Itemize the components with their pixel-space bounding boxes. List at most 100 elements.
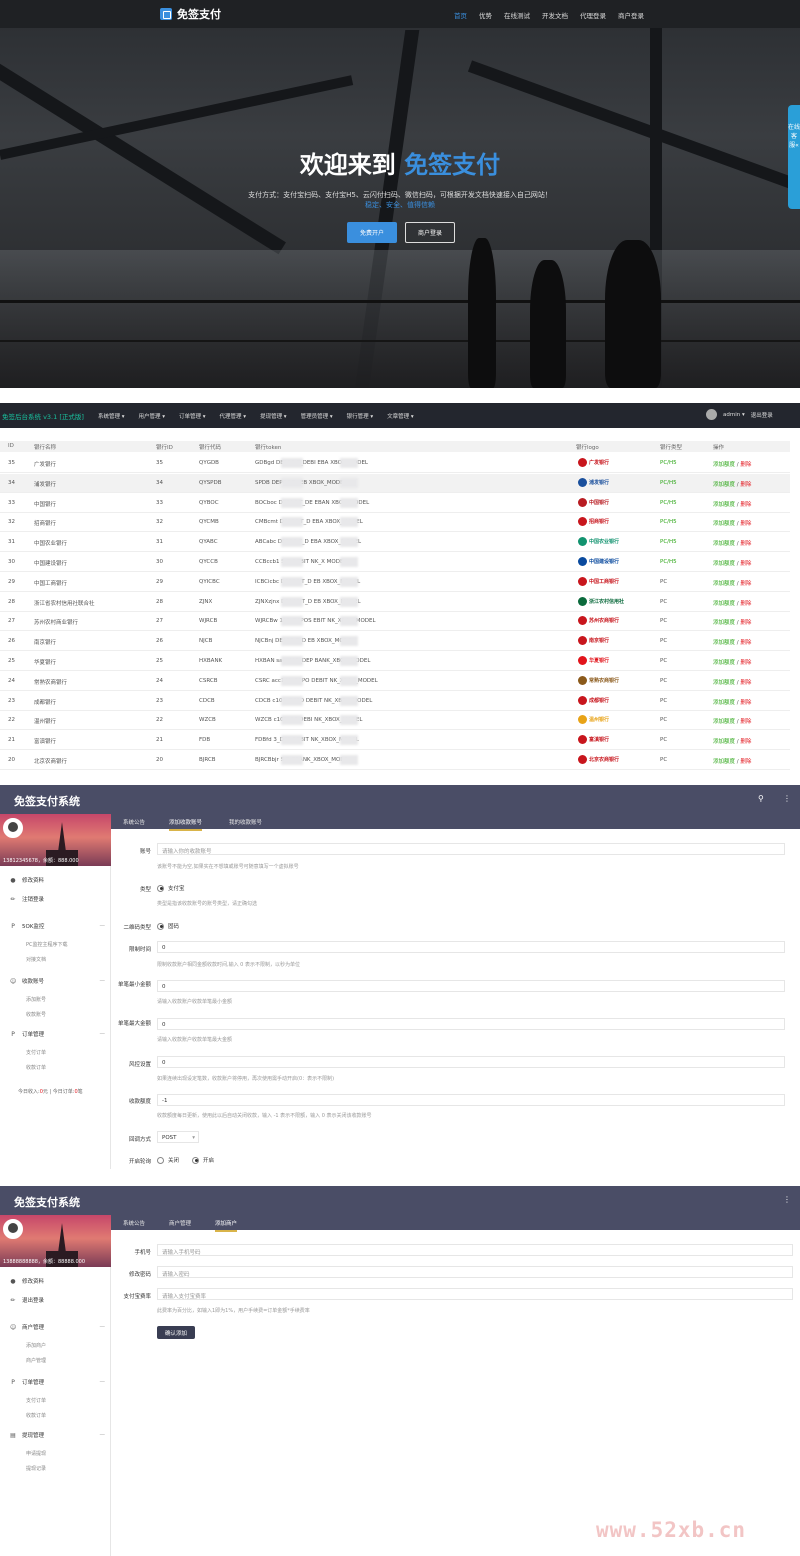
sidebar-sub-receive-orders[interactable]: 收款订单 bbox=[26, 1064, 46, 1071]
menu-order[interactable]: 订单管理 ▾ bbox=[179, 412, 206, 420]
callback-select[interactable]: POST ▾ bbox=[157, 1131, 199, 1143]
tab-add-account[interactable]: 添加收款账号 bbox=[169, 818, 203, 831]
max-amount-input[interactable]: 0 bbox=[157, 1018, 785, 1030]
sidebar-group-monitor[interactable]: P 5OK监控 — bbox=[10, 922, 105, 931]
sidebar-group-orders[interactable]: P 订单管理 — bbox=[10, 1030, 105, 1039]
sidebar-item-profile[interactable]: ● 修改资料 bbox=[10, 1277, 44, 1286]
delete-link[interactable]: 删除 bbox=[740, 640, 751, 646]
tab-announcement[interactable]: 系统公告 bbox=[123, 1219, 145, 1230]
add-quota-link[interactable]: 添加额度 bbox=[713, 601, 735, 607]
logout-link[interactable]: 退出登录 bbox=[751, 411, 773, 419]
confirm-add-button[interactable]: 确认添加 bbox=[157, 1326, 195, 1339]
sidebar-sub-receive-orders[interactable]: 收款订单 bbox=[26, 1412, 46, 1419]
delete-link[interactable]: 删除 bbox=[740, 482, 751, 488]
delete-link[interactable]: 删除 bbox=[740, 700, 751, 706]
password-input[interactable]: 请输入密码 bbox=[157, 1266, 793, 1278]
delete-link[interactable]: 删除 bbox=[740, 502, 751, 508]
add-quota-link[interactable]: 添加额度 bbox=[713, 521, 735, 527]
add-quota-link[interactable]: 添加额度 bbox=[713, 561, 735, 567]
qr-radio-fixed[interactable]: 固码 bbox=[157, 922, 179, 930]
add-quota-link[interactable]: 添加额度 bbox=[713, 680, 735, 686]
add-quota-link[interactable]: 添加额度 bbox=[713, 759, 735, 765]
phone-input[interactable]: 请输入手机号码 bbox=[157, 1244, 793, 1256]
menu-admin[interactable]: 管理员管理 ▾ bbox=[301, 412, 333, 420]
tab-add-merchant[interactable]: 添加商户 bbox=[215, 1219, 238, 1232]
risk-input[interactable]: 0 bbox=[157, 1056, 785, 1068]
add-quota-link[interactable]: 添加额度 bbox=[713, 581, 735, 587]
tab-announcement[interactable]: 系统公告 bbox=[123, 818, 145, 829]
delete-link[interactable]: 删除 bbox=[740, 541, 751, 547]
search-icon[interactable]: ⚲ bbox=[758, 794, 764, 803]
rate-input[interactable]: 请输入支付宝费率 bbox=[157, 1288, 793, 1300]
add-quota-link[interactable]: 添加额度 bbox=[713, 660, 735, 666]
admin-username[interactable]: admin ▾ bbox=[723, 412, 745, 418]
avatar[interactable] bbox=[706, 409, 717, 420]
sidebar-item-logout[interactable]: ✏ 退出登录 bbox=[10, 1296, 44, 1305]
sidebar-sub-download[interactable]: PC监控主程序下载 bbox=[26, 941, 68, 948]
sidebar-group-accounts[interactable]: ☺ 收款账号 — bbox=[10, 977, 105, 986]
delete-link[interactable]: 删除 bbox=[740, 620, 751, 626]
sidebar-sub-merchants[interactable]: 商户管理 bbox=[26, 1357, 46, 1364]
hero-logo[interactable]: 免签支付 bbox=[160, 6, 221, 22]
delete-link[interactable]: 删除 bbox=[740, 739, 751, 745]
sidebar-item-profile[interactable]: ● 修改资料 bbox=[10, 876, 44, 885]
account-input[interactable]: 请输入你的收款账号 bbox=[157, 843, 785, 855]
register-button[interactable]: 免费开户 bbox=[347, 222, 397, 243]
quota-input[interactable]: -1 bbox=[157, 1094, 785, 1106]
sidebar-sub-pay-orders[interactable]: 支付订单 bbox=[26, 1397, 46, 1404]
menu-withdraw[interactable]: 提现管理 ▾ bbox=[260, 412, 287, 420]
delete-link[interactable]: 删除 bbox=[740, 462, 751, 468]
tab-my-accounts[interactable]: 我的收款账号 bbox=[229, 818, 262, 829]
merchant-login-button[interactable]: 商户登录 bbox=[405, 222, 455, 243]
nav-docs[interactable]: 开发文档 bbox=[542, 10, 568, 20]
sidebar-group-merchants[interactable]: ☺ 商户管理 — bbox=[10, 1323, 105, 1332]
add-quota-link[interactable]: 添加额度 bbox=[713, 462, 735, 468]
more-icon[interactable]: ⋮ bbox=[783, 1195, 791, 1204]
delete-link[interactable]: 删除 bbox=[740, 581, 751, 587]
sidebar-sub-add-account[interactable]: 添加账号 bbox=[26, 996, 46, 1003]
menu-article[interactable]: 文章管理 ▾ bbox=[387, 412, 414, 420]
toggle-off-radio[interactable]: 关闭 bbox=[157, 1156, 179, 1164]
add-quota-link[interactable]: 添加额度 bbox=[713, 620, 735, 626]
sidebar-sub-apply-withdraw[interactable]: 申请提现 bbox=[26, 1450, 46, 1457]
add-quota-link[interactable]: 添加额度 bbox=[713, 739, 735, 745]
delete-link[interactable]: 删除 bbox=[740, 719, 751, 725]
menu-system[interactable]: 系统管理 ▾ bbox=[98, 412, 125, 420]
nav-agent-login[interactable]: 代理登录 bbox=[580, 10, 606, 20]
avatar[interactable] bbox=[3, 1219, 23, 1239]
add-quota-link[interactable]: 添加额度 bbox=[713, 482, 735, 488]
sidebar-sub-pay-orders[interactable]: 支付订单 bbox=[26, 1049, 46, 1056]
add-quota-link[interactable]: 添加额度 bbox=[713, 502, 735, 508]
add-quota-link[interactable]: 添加额度 bbox=[713, 719, 735, 725]
online-service-tab[interactable]: 在线客服« bbox=[788, 105, 800, 209]
sidebar-item-logout[interactable]: ✏ 注销登录 bbox=[10, 895, 44, 904]
menu-agent[interactable]: 代理管理 ▾ bbox=[220, 412, 247, 420]
sidebar-sub-withdraw-records[interactable]: 提现记录 bbox=[26, 1465, 46, 1472]
add-quota-link[interactable]: 添加额度 bbox=[713, 700, 735, 706]
min-amount-input[interactable]: 0 bbox=[157, 980, 785, 992]
nav-home[interactable]: 首页 bbox=[454, 10, 467, 20]
sidebar-sub-add-merchant[interactable]: 添加商户 bbox=[26, 1342, 46, 1349]
delete-link[interactable]: 删除 bbox=[740, 660, 751, 666]
sidebar-group-withdraw[interactable]: ▤ 提现管理 — bbox=[10, 1431, 105, 1440]
sidebar-sub-docs[interactable]: 对接文档 bbox=[26, 956, 46, 963]
add-quota-link[interactable]: 添加额度 bbox=[713, 541, 735, 547]
tab-merchants[interactable]: 商户管理 bbox=[169, 1219, 191, 1230]
limit-time-input[interactable]: 0 bbox=[157, 941, 785, 953]
more-icon[interactable]: ⋮ bbox=[783, 794, 791, 803]
sidebar-group-orders[interactable]: P 订单管理 — bbox=[10, 1378, 105, 1387]
delete-link[interactable]: 删除 bbox=[740, 561, 751, 567]
menu-user[interactable]: 用户管理 ▾ bbox=[139, 412, 166, 420]
delete-link[interactable]: 删除 bbox=[740, 680, 751, 686]
type-radio-alipay[interactable]: 支付宝 bbox=[157, 884, 185, 892]
delete-link[interactable]: 删除 bbox=[740, 759, 751, 765]
menu-bank[interactable]: 银行管理 ▾ bbox=[347, 412, 374, 420]
delete-link[interactable]: 删除 bbox=[740, 601, 751, 607]
nav-online-test[interactable]: 在线测试 bbox=[504, 10, 530, 20]
avatar[interactable] bbox=[3, 818, 23, 838]
nav-merchant-login[interactable]: 商户登录 bbox=[618, 10, 644, 20]
toggle-on-radio[interactable]: 开启 bbox=[192, 1156, 214, 1164]
delete-link[interactable]: 删除 bbox=[740, 521, 751, 527]
add-quota-link[interactable]: 添加额度 bbox=[713, 640, 735, 646]
nav-advantage[interactable]: 优势 bbox=[479, 10, 492, 20]
